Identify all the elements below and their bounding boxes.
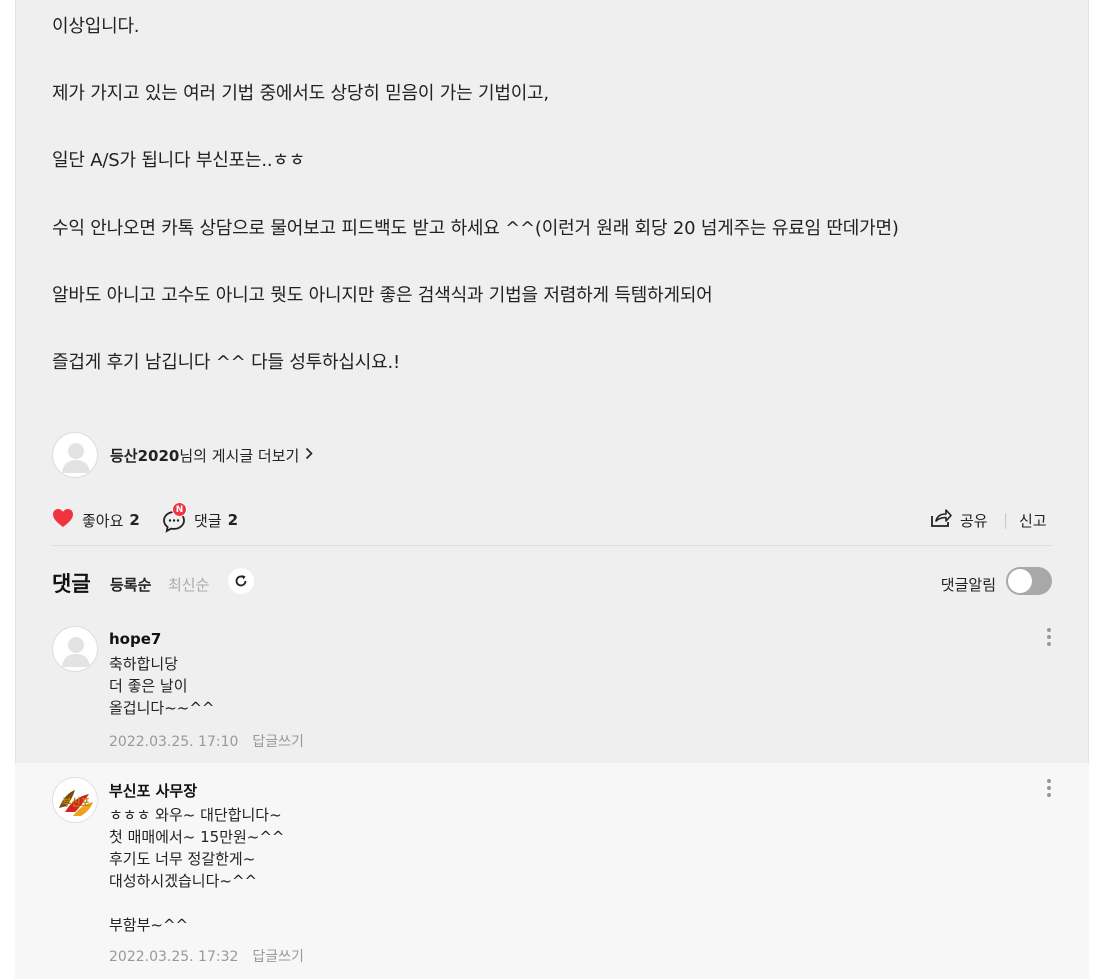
refresh-icon	[235, 575, 247, 587]
comment-meta: 2022.03.25. 17:32 답글쓰기	[109, 946, 304, 966]
post-paragraph: 즐겁게 후기 남깁니다 ^^ 다들 성투하십시요.!	[52, 352, 401, 373]
post-paragraph: 제가 가지고 있는 여러 기법 중에서도 상당히 믿음이 가는 기법이고,	[52, 83, 549, 104]
commenter-avatar[interactable]: 부신포	[52, 777, 98, 823]
comment-bubble-icon: N	[162, 502, 187, 533]
comments-header: 댓글 등록순 최신순 댓글알림	[52, 566, 1052, 600]
comment-item: 부신포 부신포 사무장 ㅎㅎㅎ 와우~ 대단합니다~ 첫 매매에서~ 15만원~…	[15, 763, 1089, 979]
action-separator: |	[1003, 511, 1009, 529]
comment-notification-toggle[interactable]	[1006, 567, 1052, 595]
commenter-name[interactable]: hope7	[109, 630, 161, 648]
author-more-text: 님의 게시글 더보기	[179, 446, 300, 465]
author-posts-link[interactable]: 등산2020 님의 게시글 더보기	[110, 445, 313, 466]
comment-notification-label: 댓글알림	[940, 576, 996, 594]
post-actions: 좋아요 2 N 댓글 2 공유 | 신고	[52, 502, 1052, 535]
comment-button[interactable]: N 댓글 2	[162, 502, 239, 535]
comment-item: hope7 축하합니당 더 좋은 날이 올겁니다~~^^ 2022.03.25.…	[15, 615, 1089, 763]
default-user-icon	[62, 637, 90, 667]
share-label: 공유	[960, 511, 988, 530]
like-label: 좋아요	[82, 511, 124, 530]
comments-title: 댓글	[52, 572, 91, 596]
refresh-button[interactable]	[228, 568, 254, 594]
share-button[interactable]: 공유	[930, 505, 988, 535]
like-count: 2	[129, 511, 140, 529]
more-options-icon[interactable]	[1046, 628, 1052, 646]
comment-text: 축하합니당 더 좋은 날이 올겁니다~~^^	[109, 655, 215, 717]
default-user-icon	[62, 443, 90, 473]
heart-icon	[52, 508, 74, 532]
comment-count: 2	[227, 511, 239, 529]
comment-label: 댓글	[194, 511, 222, 530]
logo-text: 부신포	[62, 796, 90, 809]
bushinpo-logo-icon: 부신포	[53, 778, 97, 822]
author-avatar[interactable]	[52, 432, 98, 478]
divider	[52, 545, 1052, 546]
post-paragraph: 이상입니다.	[52, 16, 140, 37]
comment-text: ㅎㅎㅎ 와우~ 대단합니다~ 첫 매매에서~ 15만원~^^ 후기도 너무 정갈…	[109, 806, 285, 934]
reply-button[interactable]: 답글쓰기	[252, 734, 304, 750]
post-paragraph: 알바도 아니고 고수도 아니고 뭣도 아니지만 좋은 검색식과 기법을 저렴하게…	[52, 285, 713, 306]
sort-latest-tab[interactable]: 최신순	[168, 574, 209, 595]
comment-date: 2022.03.25. 17:10	[109, 734, 239, 750]
comment-meta: 2022.03.25. 17:10 답글쓰기	[109, 731, 304, 751]
report-button[interactable]: 신고	[1019, 505, 1047, 535]
more-options-icon[interactable]	[1046, 779, 1052, 797]
comment-date: 2022.03.25. 17:32	[109, 949, 239, 965]
sort-registered-tab[interactable]: 등록순	[110, 574, 151, 595]
author-more-posts[interactable]: 등산2020 님의 게시글 더보기	[52, 432, 313, 478]
post-paragraph: 일단 A/S가 됩니다 부신포는..ㅎㅎ	[52, 150, 306, 171]
chevron-right-icon	[305, 446, 313, 464]
reply-button[interactable]: 답글쓰기	[252, 949, 304, 965]
commenter-name[interactable]: 부신포 사무장	[109, 780, 197, 801]
commenter-avatar[interactable]	[52, 626, 98, 672]
share-icon	[930, 508, 952, 532]
author-name: 등산2020	[110, 446, 180, 465]
like-button[interactable]: 좋아요 2	[52, 505, 140, 535]
toggle-knob	[1008, 569, 1032, 593]
new-badge: N	[172, 502, 187, 517]
post-paragraph: 수익 안나오면 카톡 상담으로 물어보고 피드백도 받고 하세요 ^^(이런거 …	[52, 218, 899, 239]
